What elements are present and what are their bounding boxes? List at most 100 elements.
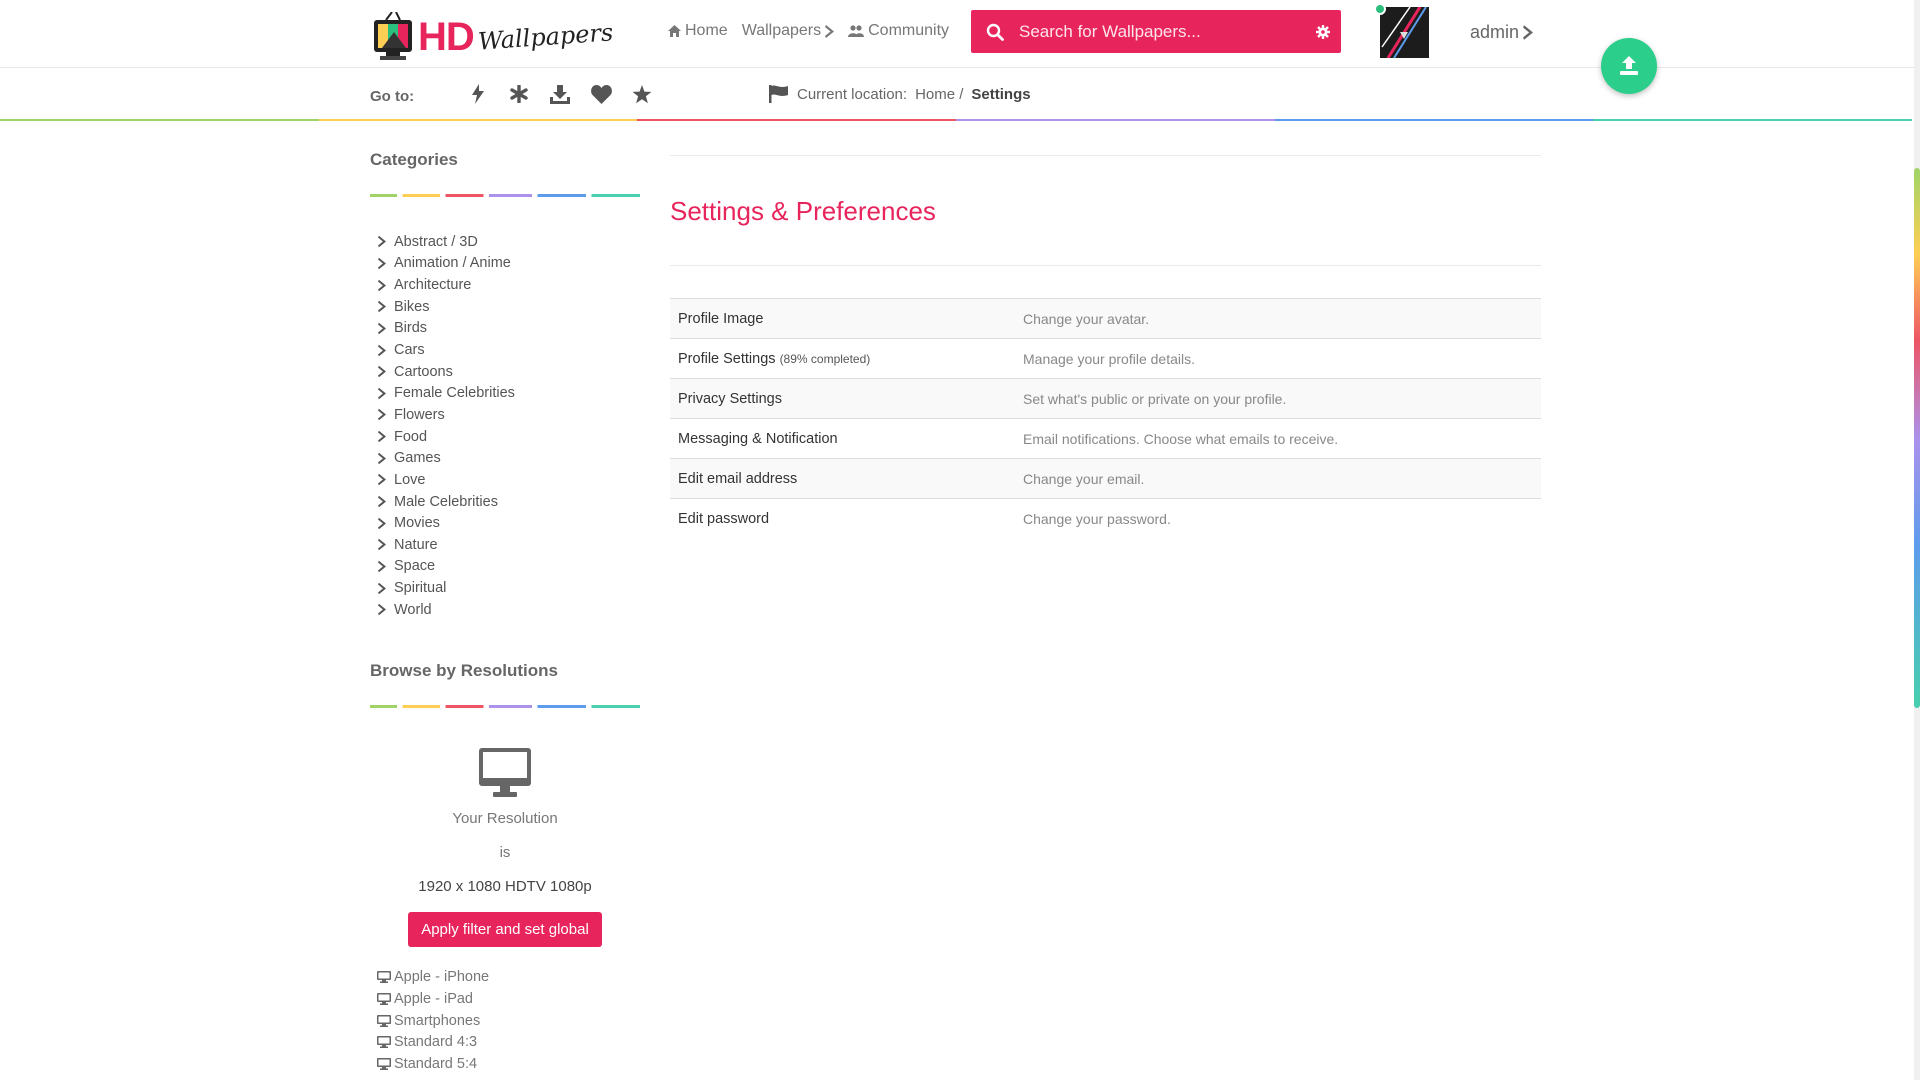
chevron-right-icon: [378, 279, 386, 291]
settings-row[interactable]: Privacy Settings Set what's public or pr…: [670, 378, 1541, 419]
category-item[interactable]: Flowers: [370, 404, 640, 426]
avatar[interactable]: [1380, 7, 1429, 58]
setting-description: Change your email.: [1023, 470, 1145, 487]
setting-name: Profile Image: [670, 299, 1015, 339]
chevron-right-icon: [370, 279, 394, 292]
setting-name: Edit email address: [670, 459, 1015, 499]
nav-wallpapers-label: Wallpapers: [741, 22, 822, 39]
chevron-right-icon: [378, 539, 386, 551]
chevron-right-icon: [378, 257, 386, 270]
scrollbar-thumb[interactable]: [1914, 168, 1920, 708]
categories-divider: [370, 194, 640, 197]
settings-row[interactable]: Edit email address Change your email.: [670, 458, 1541, 499]
category-item[interactable]: Male Celebrities: [370, 491, 640, 513]
device-item[interactable]: Standard 4:3: [370, 1031, 640, 1053]
chevron-right-icon: [378, 387, 386, 400]
breadcrumb: Current location: Home / Settings: [769, 85, 1031, 103]
category-item[interactable]: Abstract / 3D: [370, 231, 640, 253]
search-icon[interactable]: [971, 23, 1019, 41]
category-item[interactable]: Architecture: [370, 274, 640, 296]
setting-name: Edit password: [670, 499, 1015, 539]
category-label: Movies: [394, 515, 440, 532]
device-item[interactable]: Apple - iPad: [370, 988, 640, 1010]
category-item[interactable]: Spiritual: [370, 577, 640, 599]
category-item[interactable]: Food: [370, 426, 640, 448]
category-item[interactable]: Animation / Anime: [370, 253, 640, 275]
category-item[interactable]: Games: [370, 447, 640, 469]
site-logo[interactable]: HD Wallpapers: [372, 8, 614, 66]
category-label: World: [394, 601, 432, 618]
main-nav: Home Wallpapers Community: [668, 22, 949, 40]
nav-home-label: Home: [685, 22, 728, 39]
settings-row[interactable]: Edit password Change your password.: [670, 498, 1541, 539]
users-icon: [848, 25, 865, 37]
category-item[interactable]: Cars: [370, 339, 640, 361]
breadcrumb-current: Settings: [971, 85, 1031, 103]
chevron-right-icon: [378, 365, 386, 378]
category-label: Abstract / 3D: [394, 233, 478, 250]
chevron-right-icon: [370, 495, 394, 508]
device-item[interactable]: Standard 5:4: [370, 1053, 640, 1075]
home-icon: [668, 25, 681, 37]
sidebar: Categories Abstract / 3D Animation / Anim…: [370, 150, 640, 1075]
heart-icon[interactable]: [589, 82, 613, 106]
category-label: Cars: [394, 342, 425, 359]
chevron-right-icon: [825, 24, 835, 38]
category-label: Space: [394, 558, 436, 575]
settings-row[interactable]: Profile Image Change your avatar.: [670, 298, 1541, 339]
location-label: Current location:: [797, 85, 908, 103]
setting-name-label: Edit password: [678, 510, 770, 527]
settings-row[interactable]: Messaging & Notification Email notificat…: [670, 419, 1541, 459]
resolution-is-label: is: [499, 843, 511, 861]
search-input[interactable]: [1019, 21, 1305, 42]
breadcrumb-home[interactable]: Home /: [915, 86, 963, 103]
flag-icon: [769, 85, 788, 103]
gear-icon[interactable]: [1305, 24, 1341, 39]
chevron-right-icon: [370, 517, 394, 530]
setting-description: Change your password.: [1023, 510, 1171, 527]
category-item[interactable]: Cartoons: [370, 361, 640, 383]
category-label: Flowers: [394, 406, 445, 423]
goto-icons: [466, 82, 654, 106]
chevron-right-icon: [370, 322, 394, 335]
monitor-icon: [370, 1036, 394, 1049]
logo-hd-text: HD: [418, 14, 475, 59]
chevron-right-icon: [378, 409, 386, 421]
category-item[interactable]: Bikes: [370, 296, 640, 318]
category-item[interactable]: Nature: [370, 534, 640, 556]
nav-community[interactable]: Community: [848, 22, 949, 40]
star-icon[interactable]: [630, 82, 654, 106]
settings-row[interactable]: Profile Settings (89% completed) Manage y…: [670, 339, 1541, 379]
category-item[interactable]: World: [370, 599, 640, 621]
category-item[interactable]: Love: [370, 469, 640, 491]
user-name: admin: [1470, 22, 1520, 42]
category-item[interactable]: Birds: [370, 318, 640, 340]
setting-description: Change your avatar.: [1023, 310, 1150, 327]
apply-filter-button[interactable]: Apply filter and set global: [408, 911, 602, 947]
category-item[interactable]: Movies: [370, 512, 640, 534]
category-label: Birds: [394, 320, 428, 337]
setting-description: Set what's public or private on your pro…: [1023, 390, 1287, 407]
nav-home[interactable]: Home: [668, 22, 728, 40]
category-item[interactable]: Female Celebrities: [370, 382, 640, 404]
device-item[interactable]: Apple - iPhone: [370, 967, 640, 989]
setting-name: Privacy Settings: [670, 379, 1015, 419]
setting-name-label: Privacy Settings: [678, 390, 782, 407]
chevron-right-icon: [370, 582, 394, 595]
chevron-right-icon: [370, 560, 394, 573]
asterisk-icon[interactable]: [507, 82, 531, 106]
your-resolution-label: Your Resolution: [452, 809, 558, 827]
nav-wallpapers[interactable]: Wallpapers: [741, 22, 835, 40]
download-icon[interactable]: [548, 82, 572, 106]
settings-table: Profile Image Change your avatar. Profile…: [670, 298, 1541, 539]
device-label: Smartphones: [394, 1012, 481, 1029]
user-menu[interactable]: admin: [1470, 22, 1534, 43]
device-item[interactable]: Smartphones: [370, 1010, 640, 1032]
bolt-icon[interactable]: [466, 82, 490, 106]
chevron-right-icon: [370, 300, 394, 313]
chevron-right-icon: [370, 387, 394, 400]
category-item[interactable]: Space: [370, 556, 640, 578]
chevron-right-icon: [370, 257, 394, 270]
chevron-right-icon: [370, 408, 394, 421]
title-divider: [670, 265, 1541, 266]
